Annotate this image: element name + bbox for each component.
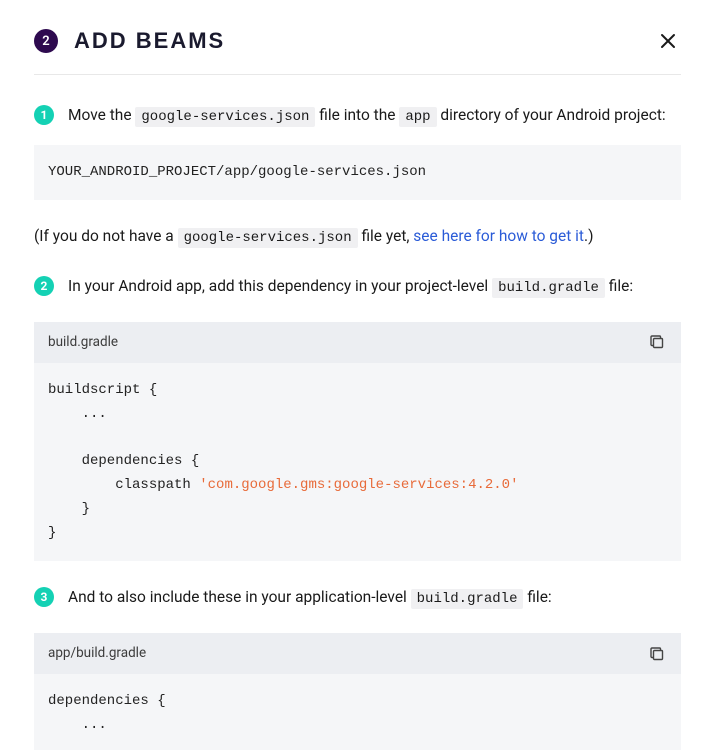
copy-icon [649,646,665,662]
step-3: 3 And to also include these in your appl… [34,585,681,611]
inline-code: build.gradle [492,278,605,298]
copy-button[interactable] [647,332,667,352]
code-line: buildscript { [48,382,157,398]
copy-icon [649,334,665,350]
code-line: } [48,501,90,517]
header: 2 ADD BEAMS [34,28,681,75]
inline-code: app [399,107,436,127]
code-line: } [48,525,56,541]
content: 1 Move the google-services.json file int… [34,103,681,750]
path-code-block: YOUR_ANDROID_PROJECT/app/google-services… [34,145,681,201]
get-json-link[interactable]: see here for how to get it [413,227,584,245]
code-line: dependencies { [48,453,199,469]
page-title: ADD BEAMS [74,28,225,54]
inline-code: google-services.json [135,107,315,127]
inline-code: google-services.json [178,228,358,248]
step-2-text: In your Android app, add this dependency… [68,274,681,300]
step-3-text: And to also include these in your applic… [68,585,681,611]
step-1: 1 Move the google-services.json file int… [34,103,681,129]
code-line: ... [48,406,107,422]
step-badge: 3 [34,587,54,607]
text: In your Android app, add this dependency… [68,277,492,295]
section-number-badge: 2 [34,29,58,53]
step-1-text: Move the google-services.json file into … [68,103,681,129]
text: file yet, [358,227,414,245]
close-icon [659,32,677,50]
copy-button[interactable] [647,644,667,664]
close-button[interactable] [655,28,681,54]
text: .) [584,227,593,245]
step-badge: 2 [34,276,54,296]
text: file: [523,588,551,606]
step-2: 2 In your Android app, add this dependen… [34,274,681,300]
text: Move the [68,106,135,124]
code-filename: app/build.gradle [48,643,146,664]
text: file: [605,277,633,295]
code-string: 'com.google.gms:google-services:4.2.0' [199,477,518,493]
text: And to also include these in your applic… [68,588,411,606]
code-header-2: app/build.gradle [34,633,681,674]
text: (If you do not have a [34,227,178,245]
code-line: dependencies { [48,693,166,709]
code-line: ... [48,717,107,733]
text: file into the [315,106,399,124]
code-header-1: build.gradle [34,322,681,363]
code-filename: build.gradle [48,332,118,353]
code-line: classpath [48,477,199,493]
code-block-1: buildscript { ... dependencies { classpa… [34,363,681,562]
header-left: 2 ADD BEAMS [34,28,225,54]
text: directory of your Android project: [437,106,666,124]
code-block-2: dependencies { ... [34,674,681,750]
step-badge: 1 [34,105,54,125]
note-paragraph: (If you do not have a google-services.js… [34,224,681,250]
inline-code: build.gradle [411,589,524,609]
